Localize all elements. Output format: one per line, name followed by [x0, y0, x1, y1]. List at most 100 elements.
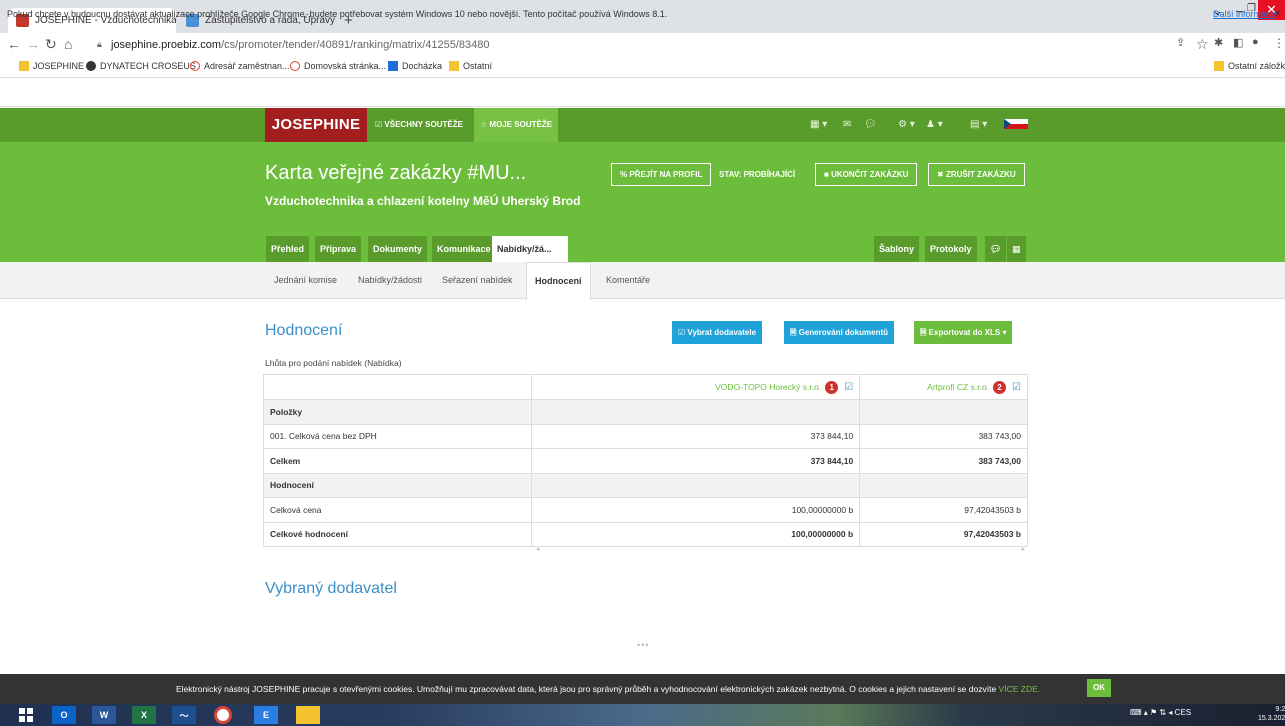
folder-icon [19, 61, 29, 71]
supplier-header[interactable]: Artprofi CZ s.r.o. 2 ☑ [859, 374, 1028, 400]
export-xls-button[interactable]: 🗎︎ Exportovat do XLS ▾ [914, 321, 1013, 344]
user-dropdown-icon[interactable]: ♟ ▾ [926, 119, 943, 130]
generate-documents-button[interactable]: 🗎︎ Generování dokumentů [784, 321, 895, 344]
profile-icon[interactable]: ● [1252, 36, 1259, 48]
excel-icon[interactable]: X [132, 706, 156, 724]
infobar-close-icon[interactable]: × [1274, 6, 1281, 20]
tab-priprava[interactable]: Příprava [315, 236, 362, 262]
cancel-tender-button[interactable]: ✖ ZRUŠIT ZAKÁZKU [928, 163, 1025, 186]
row-value [530, 399, 861, 425]
bookmark-other[interactable]: Ostatní záložky [1214, 61, 1285, 71]
tab-sablony[interactable]: Šablony [874, 236, 920, 262]
document-icon: 🗎︎ [790, 328, 799, 337]
evaluation-table: VODO-TOPO Horecký s.r.o. 1 ☑ Artprofi CZ s… [263, 374, 1028, 547]
josephine-logo[interactable]: JOSEPHINE [265, 108, 367, 142]
app-wave-icon[interactable]: 〜 [172, 706, 196, 724]
bookmark-star-icon[interactable]: ☆ [1196, 36, 1209, 53]
bookmark-josephine[interactable]: JOSEPHINE [19, 61, 84, 71]
row-label: Celková cena [263, 497, 532, 523]
back-arrow-icon[interactable]: ← [7, 36, 21, 52]
tab-protokoly[interactable]: Protokoly [925, 236, 977, 262]
table-row: Celkem 373 844,10 383 743,00 [263, 448, 1028, 474]
language-flag-icon[interactable] [1004, 119, 1028, 129]
chrome-icon[interactable] [214, 706, 232, 724]
url-field[interactable]: josephine.proebiz.com/cs/promoter/tender… [111, 39, 490, 51]
share-icon[interactable]: ⇪ [1176, 36, 1185, 49]
infobar-message: Pokud chcete v budoucnu dostávat aktuali… [7, 9, 668, 19]
subtab-nabidky-zadosti[interactable]: Nabídky/žádosti [350, 262, 430, 299]
extensions-icon[interactable]: ✱ [1214, 36, 1223, 49]
clock[interactable]: 9:2415.3.2023 [1258, 705, 1285, 723]
row-value: 383 743,00 [859, 423, 1028, 449]
cookie-ok-button[interactable]: OK [1087, 679, 1111, 697]
settings-dropdown-icon[interactable]: ⚙ ▾ [898, 119, 915, 130]
supplier-header[interactable]: VODO-TOPO Horecký s.r.o. 1 ☑ [530, 374, 861, 400]
tab-prehled[interactable]: Přehled [266, 236, 310, 262]
go-to-profile-button[interactable]: % PŘEJÍT NA PROFIL [611, 163, 712, 186]
section-heading: Hodnocení [265, 322, 343, 339]
tab-komunikace[interactable]: Komunikace [432, 236, 496, 262]
bookmark-ostatni[interactable]: Ostatní [449, 61, 492, 71]
subtab-jednani-komise[interactable]: Jednání komise [266, 262, 345, 299]
cookie-message: Elektronický nástroj JOSEPHINE pracuje s… [176, 684, 1041, 694]
scroll-right-arrow-icon[interactable]: ▸ [1021, 545, 1025, 553]
row-value: 373 844,10 [530, 423, 861, 449]
cookie-more-link[interactable]: VÍCE ZDE. [999, 684, 1041, 694]
chat-icon[interactable]: 💬︎ [864, 119, 877, 130]
supplier-name[interactable]: Artprofi CZ s.r.o. [927, 382, 989, 392]
keyboard-icon[interactable]: ⌨ [1130, 708, 1144, 717]
row-value: 97,42043503 b [859, 497, 1028, 523]
tab-dokumenty[interactable]: Dokumenty [368, 236, 428, 262]
forward-arrow-icon[interactable]: → [26, 36, 40, 52]
system-tray[interactable]: ⌨ ▴ ⚑ ⇅ ◂ CES [1130, 708, 1191, 717]
supplier-name[interactable]: VODO-TOPO Horecký s.r.o. [715, 382, 821, 392]
tab-nabidky[interactable]: Nabídky/žá... [492, 236, 568, 262]
subtab-serazeni[interactable]: Seřazení nabídek [434, 262, 521, 299]
menu-kebab-icon[interactable]: ⋮ [1273, 36, 1285, 50]
chat-tab-icon[interactable]: 💬︎ [985, 236, 1007, 262]
row-value: 383 743,00 [859, 448, 1028, 474]
bookmark-adresar[interactable]: Adresář zaměstnan... [190, 61, 290, 71]
nav-my-tenders[interactable]: ☆ MOJE SOUTĚŽE [474, 108, 559, 142]
reports-dropdown-icon[interactable]: ▤ ▾ [970, 119, 987, 130]
subtab-komentare[interactable]: Komentáře [598, 262, 658, 299]
selected-supplier-heading: Vybraný dodavatel [265, 580, 397, 597]
windows-start-icon[interactable] [14, 706, 38, 724]
status-badge: STAV: PROBÍHAJÍCÍ [719, 170, 796, 179]
row-label: Celkem [263, 448, 532, 474]
reload-icon[interactable]: ↻ [45, 36, 57, 53]
chrome-update-infobar [0, 79, 1285, 107]
home-icon[interactable]: ⌂ [64, 36, 72, 52]
row-value: 97,42043503 b [859, 521, 1028, 547]
table-row: 001. Celková cena bez DPH 373 844,10 383… [263, 423, 1028, 449]
close-icon: ✖ [937, 170, 946, 179]
globe-icon [86, 61, 96, 71]
acrobat-icon [190, 61, 200, 71]
acrobat-icon [290, 61, 300, 71]
table-row: Celková cena 100,00000000 b 97,42043503 … [263, 497, 1028, 523]
word-icon[interactable]: W [92, 706, 116, 724]
sidepanel-icon[interactable]: ◧ [1233, 36, 1243, 49]
subtab-hodnoceni[interactable]: Hodnocení [526, 262, 591, 300]
calendar-tab-icon[interactable]: ▦ [1007, 236, 1026, 262]
checkbox-icon[interactable]: ☑ [1012, 382, 1021, 393]
tender-header [0, 142, 1285, 262]
lock-icon[interactable]: 🔒︎ [97, 39, 102, 50]
bookmark-dochazka[interactable]: Docházka [388, 61, 442, 71]
outlook-icon[interactable]: O [52, 706, 76, 724]
select-supplier-button[interactable]: ☑ Vybrat dodavatele [672, 321, 763, 344]
scroll-left-arrow-icon[interactable]: ◂ [536, 545, 540, 553]
file-explorer-icon[interactable] [296, 706, 320, 724]
bookmark-domovska[interactable]: Domovská stránka... [290, 61, 386, 71]
nav-all-tenders[interactable]: ☑ VŠECHNY SOUTĚŽE [369, 108, 469, 142]
row-label: Položky [263, 399, 532, 425]
calendar-dropdown-icon[interactable]: ▦ ▾ [810, 119, 827, 130]
row-value: 100,00000000 b [530, 521, 861, 547]
checkbox-icon[interactable]: ☑ [844, 382, 853, 393]
infobar-more-link[interactable]: Další informace [1213, 9, 1276, 19]
end-tender-button[interactable]: ■ UKONČIT ZAKÁZKU [815, 163, 918, 186]
mail-icon[interactable]: ✉ [843, 119, 851, 130]
bookmark-dynatech[interactable]: DYNATECH CROSEUS [86, 61, 196, 71]
table-horizontal-scrollbar[interactable]: ◂ ▸ [532, 545, 1029, 555]
ie-app-icon[interactable]: E [254, 706, 278, 724]
